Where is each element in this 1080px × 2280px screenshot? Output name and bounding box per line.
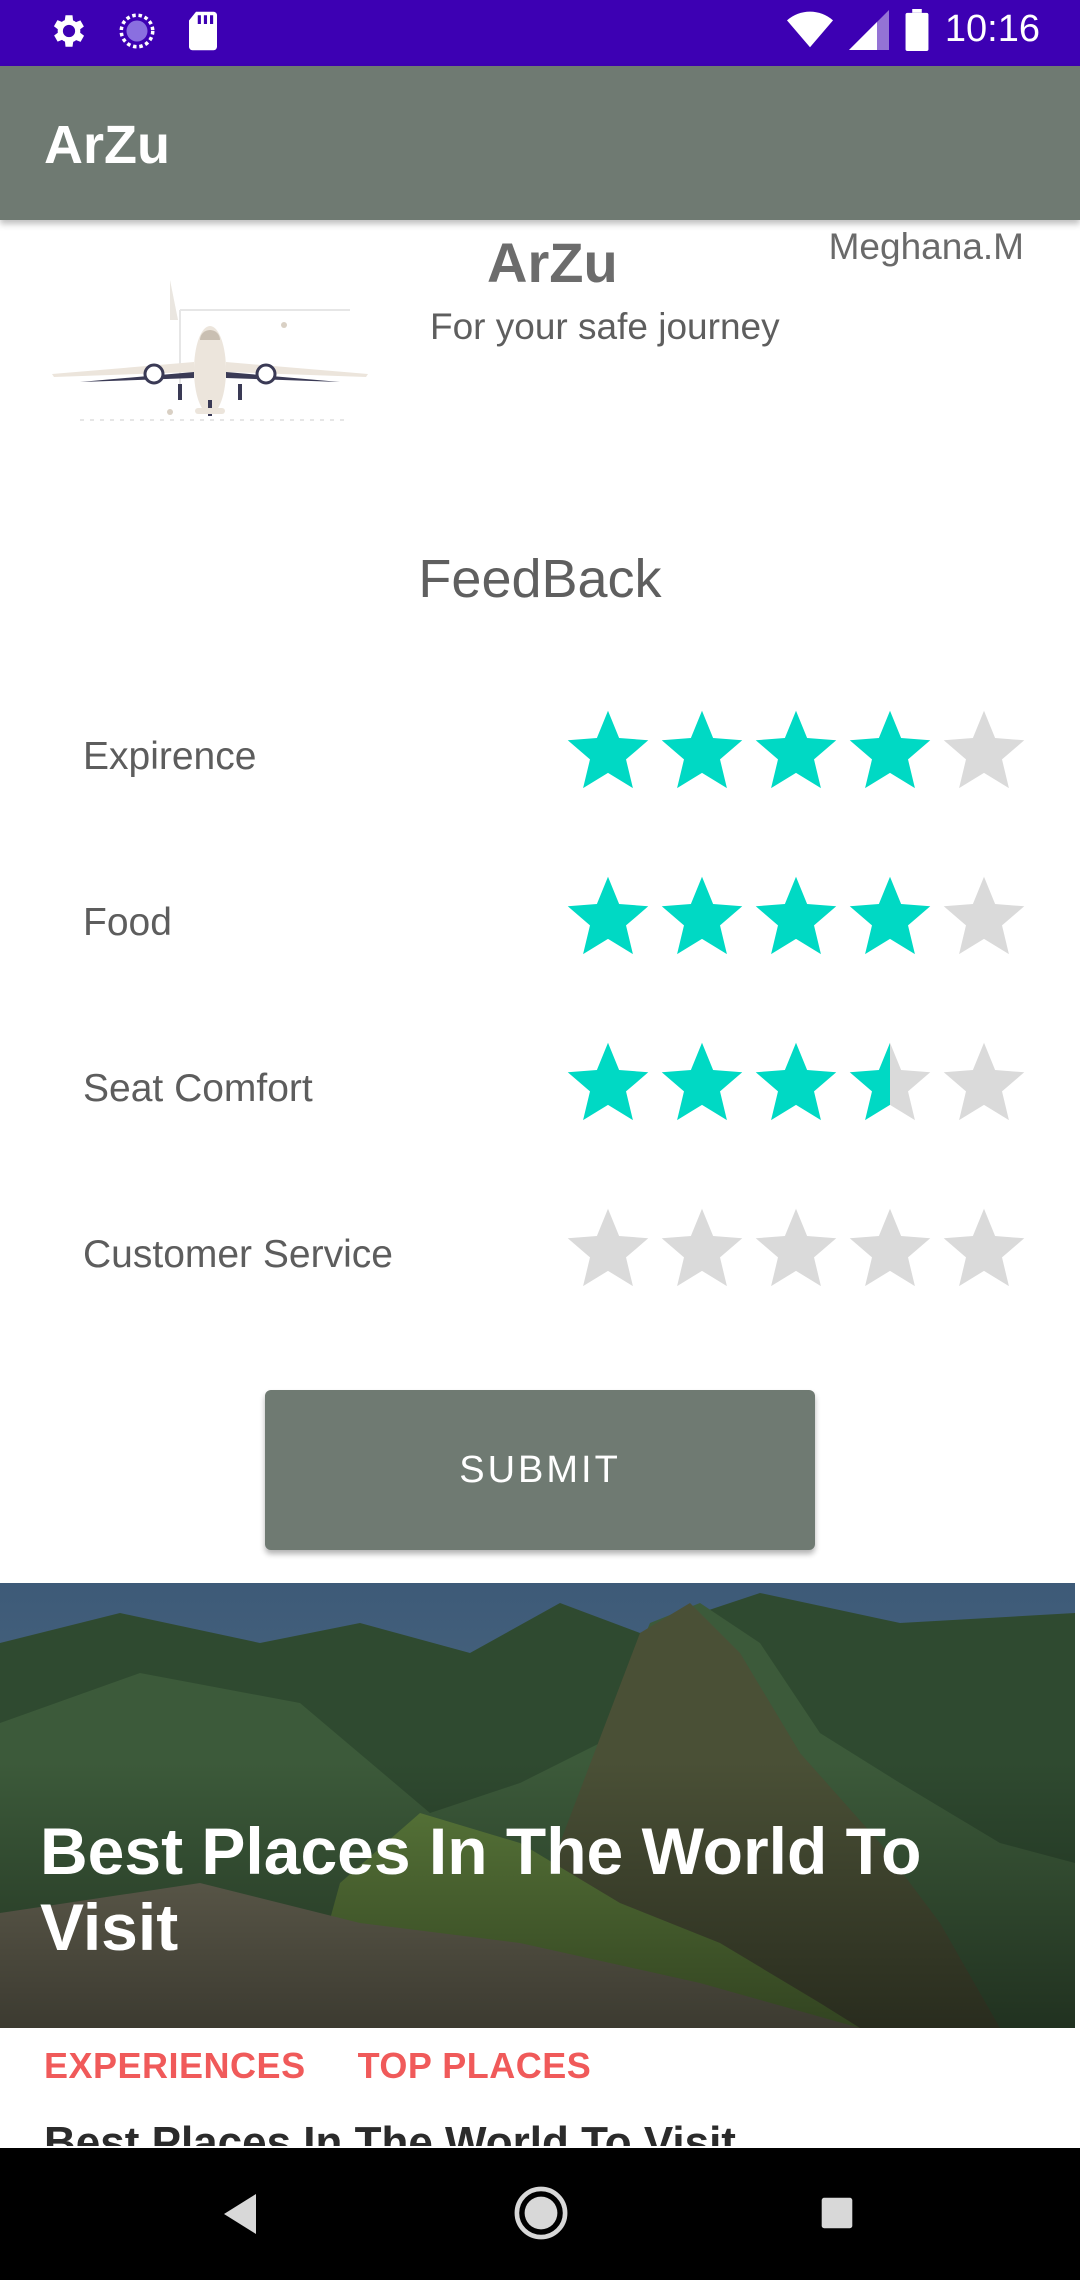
star-icon[interactable] [938, 1037, 1030, 1129]
rating-label: Food [83, 901, 172, 944]
app-title: ArZu [44, 115, 170, 175]
star-icon[interactable] [938, 1203, 1030, 1295]
app-bar: ArZu [0, 66, 1080, 220]
back-icon[interactable] [220, 2192, 260, 2236]
card-tabs: EXPERIENCES TOP PLACES [44, 2045, 591, 2087]
submit-button[interactable]: SUBMIT [265, 1390, 815, 1550]
star-rating-bar[interactable] [562, 705, 1030, 797]
home-icon[interactable] [514, 2186, 568, 2240]
wifi-icon [786, 11, 833, 47]
star-rating-bar[interactable] [562, 871, 1030, 963]
header: ArZu For your safe journey Meghana.M [0, 220, 1080, 460]
star-icon[interactable] [562, 1037, 654, 1129]
rating-label: Expirence [83, 735, 257, 778]
sd-card-icon [189, 11, 217, 51]
brand-name: ArZu [487, 231, 618, 294]
recent-apps-icon[interactable] [820, 2196, 854, 2230]
status-system: 10:16 [786, 8, 1040, 51]
author-name: Meghana.M [828, 226, 1024, 267]
rating-row-customer-service: Customer Service [0, 1203, 1080, 1313]
star-icon[interactable] [750, 871, 842, 963]
star-icon[interactable] [562, 705, 654, 797]
tab-experiences[interactable]: EXPERIENCES [44, 2045, 306, 2087]
sync-circle-icon [119, 13, 155, 49]
star-icon[interactable] [938, 871, 1030, 963]
hero-card[interactable]: Best Places In The World To Visit [0, 1583, 1075, 2028]
star-icon[interactable] [562, 871, 654, 963]
star-icon[interactable] [844, 1037, 936, 1129]
airplane-illustration [52, 280, 368, 421]
star-icon[interactable] [656, 705, 748, 797]
rating-row-food: Food [0, 871, 1080, 981]
status-bar: 10:16 [0, 0, 1080, 66]
star-rating-bar[interactable] [562, 1037, 1030, 1129]
star-icon[interactable] [938, 705, 1030, 797]
star-icon[interactable] [562, 1203, 654, 1295]
battery-icon [905, 8, 929, 51]
rating-row-seat-comfort: Seat Comfort [0, 1037, 1080, 1147]
tab-top-places[interactable]: TOP PLACES [358, 2045, 592, 2087]
star-icon[interactable] [656, 1203, 748, 1295]
status-notifications [48, 10, 222, 52]
rating-label: Seat Comfort [83, 1067, 313, 1110]
star-icon[interactable] [656, 1037, 748, 1129]
star-icon[interactable] [844, 705, 936, 797]
nav-bar [0, 2148, 1080, 2280]
feedback-title: FeedBack [418, 549, 662, 609]
rating-row-experience: Expirence [0, 705, 1080, 815]
star-icon[interactable] [656, 871, 748, 963]
status-time: 10:16 [944, 8, 1040, 50]
hero-title: Best Places In The World To Visit [40, 1814, 922, 1964]
card-subtitle: Best Places In The World To Visit [44, 2118, 944, 2146]
star-rating-bar[interactable] [562, 1203, 1030, 1295]
star-icon[interactable] [844, 1203, 936, 1295]
star-icon[interactable] [750, 1037, 842, 1129]
star-icon[interactable] [750, 705, 842, 797]
cell-signal-icon [848, 9, 889, 50]
rating-label: Customer Service [83, 1233, 393, 1276]
star-icon[interactable] [750, 1203, 842, 1295]
brand-tagline: For your safe journey [430, 306, 780, 347]
star-icon[interactable] [844, 871, 936, 963]
card-subtitle-text: Best Places In The World To Visit [44, 2118, 736, 2146]
settings-gear-icon [53, 15, 85, 47]
